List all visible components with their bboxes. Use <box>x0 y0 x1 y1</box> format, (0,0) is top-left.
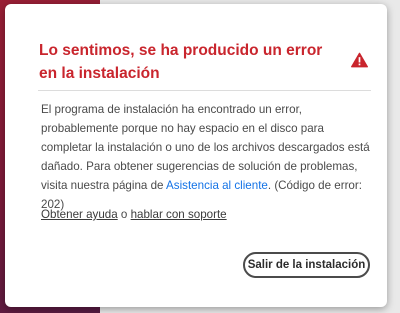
help-line: Obtener ayuda o hablar con soporte <box>41 207 341 223</box>
warning-icon <box>351 52 368 68</box>
help-connector: o <box>117 208 131 221</box>
get-help-link[interactable]: Obtener ayuda <box>41 208 118 221</box>
quit-installation-button[interactable]: Salir de la instalación <box>243 252 370 278</box>
title-divider <box>38 90 371 91</box>
error-dialog: Lo sentimos, se ha producido un error en… <box>5 4 387 307</box>
dialog-title: Lo sentimos, se ha producido un error en… <box>39 42 323 82</box>
talk-to-support-link[interactable]: hablar con soporte <box>131 208 227 221</box>
error-message: El programa de instalación ha encontrado… <box>41 100 371 214</box>
customer-support-link[interactable]: Asistencia al cliente <box>166 179 268 192</box>
